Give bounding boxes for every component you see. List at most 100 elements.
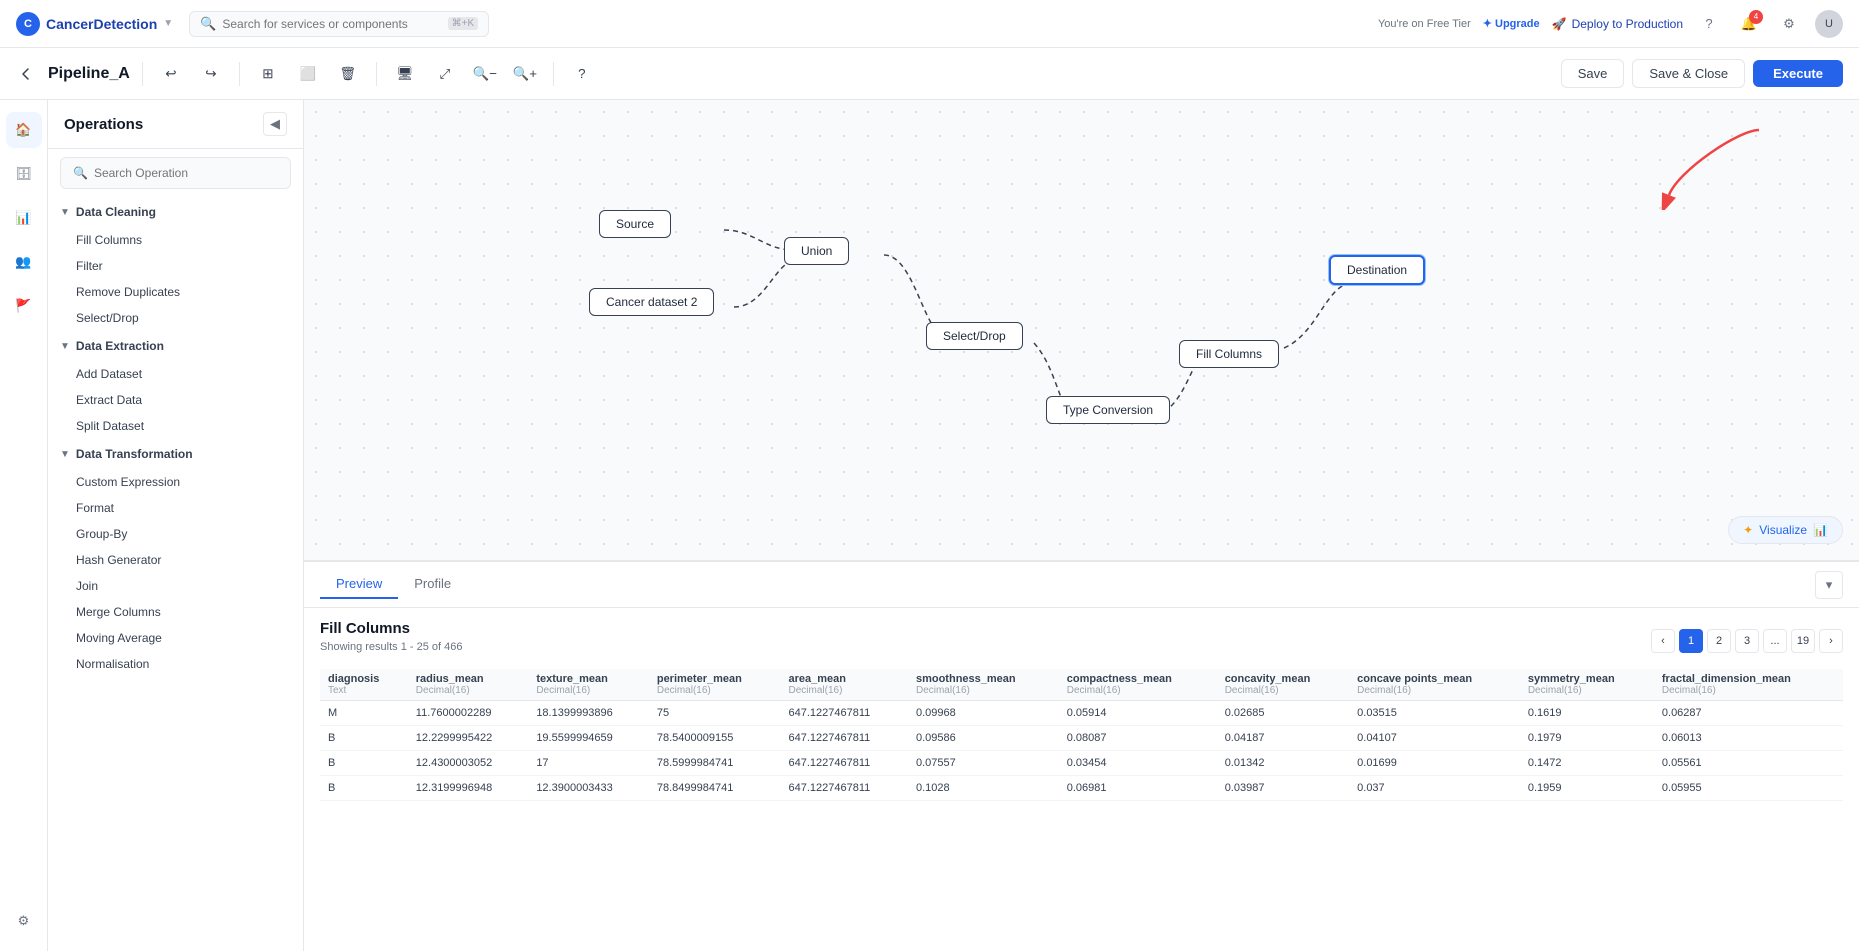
table-cell: 0.037: [1349, 776, 1520, 801]
group-data-cleaning-header[interactable]: ▼ Data Cleaning: [48, 197, 303, 227]
sidebar-item-format[interactable]: Format: [48, 495, 303, 521]
zoom-out-button[interactable]: 🔍−: [469, 58, 501, 90]
sidebar-item-add-dataset[interactable]: Add Dataset: [48, 361, 303, 387]
sidebar-item-merge-columns[interactable]: Merge Columns: [48, 599, 303, 625]
sidebar-item-join[interactable]: Join: [48, 573, 303, 599]
nav-flag[interactable]: 🚩: [6, 288, 42, 324]
monitor-button[interactable]: 🖥: [389, 58, 421, 90]
main-area: Source Cancer dataset 2 Union Select/Dro…: [304, 100, 1859, 951]
table-cell: 647.1227467811: [781, 776, 908, 801]
execute-button[interactable]: Execute: [1753, 60, 1843, 87]
visualize-button[interactable]: ✦ Visualize 📊: [1728, 516, 1843, 544]
table-cell: 0.05955: [1654, 776, 1843, 801]
save-button[interactable]: Save: [1561, 59, 1625, 88]
sidebar-item-normalisation[interactable]: Normalisation: [48, 651, 303, 677]
deploy-button[interactable]: 🚀 Deploy to Production: [1552, 17, 1683, 31]
global-search[interactable]: 🔍 ⌘+K: [189, 11, 489, 37]
sidebar-item-extract-data[interactable]: Extract Data: [48, 387, 303, 413]
undo-button[interactable]: ↩: [155, 58, 187, 90]
sidebar-item-remove-duplicates[interactable]: Remove Duplicates: [48, 279, 303, 305]
top-navbar: C CancerDetection ▼ 🔍 ⌘+K You're on Free…: [0, 0, 1859, 48]
page-19-button[interactable]: 19: [1791, 629, 1815, 653]
next-page-button[interactable]: ›: [1819, 629, 1843, 653]
table-cell: 11.7600002289: [408, 701, 529, 726]
col-texture-mean: texture_meanDecimal(16): [528, 669, 649, 701]
node-fill-columns[interactable]: Fill Columns: [1179, 340, 1279, 368]
layers-button[interactable]: ⊞: [252, 58, 284, 90]
sidebar-search-box[interactable]: 🔍: [60, 157, 291, 189]
group-data-extraction-header[interactable]: ▼ Data Extraction: [48, 331, 303, 361]
table-cell: B: [320, 776, 408, 801]
table-cell: 0.06981: [1059, 776, 1217, 801]
rocket-icon: 🚀: [1552, 17, 1567, 31]
frame-button[interactable]: ⬜: [292, 58, 324, 90]
tab-preview[interactable]: Preview: [320, 570, 398, 599]
sidebar-item-select-drop[interactable]: Select/Drop: [48, 305, 303, 331]
node-source[interactable]: Source: [599, 210, 671, 238]
nav-people[interactable]: 👥: [6, 244, 42, 280]
node-selectdrop[interactable]: Select/Drop: [926, 322, 1023, 350]
table-cell: 0.06013: [1654, 726, 1843, 751]
back-button[interactable]: [16, 64, 36, 84]
trash-button[interactable]: 🗑: [332, 58, 364, 90]
sidebar-item-filter[interactable]: Filter: [48, 253, 303, 279]
node-type-conversion[interactable]: Type Conversion: [1046, 396, 1170, 424]
table-cell: M: [320, 701, 408, 726]
chevron-down-icon: ▼: [60, 341, 70, 352]
nav-home[interactable]: 🏠: [6, 112, 42, 148]
save-close-button[interactable]: Save & Close: [1632, 59, 1745, 88]
preview-panel: Preview Profile ▾ Fill Columns Showing r…: [304, 560, 1859, 951]
table-cell: 0.08087: [1059, 726, 1217, 751]
sidebar-collapse-button[interactable]: ◀: [263, 112, 287, 136]
node-destination[interactable]: Destination: [1329, 255, 1425, 285]
node-cancer2[interactable]: Cancer dataset 2: [589, 288, 714, 316]
expand-button[interactable]: ⤢: [429, 58, 461, 90]
sidebar-item-fill-columns[interactable]: Fill Columns: [48, 227, 303, 253]
sidebar-search-input[interactable]: [94, 166, 278, 180]
table-cell: 0.07557: [908, 751, 1059, 776]
col-symmetry-mean: symmetry_meanDecimal(16): [1520, 669, 1654, 701]
nav-database[interactable]: 🗄: [6, 156, 42, 192]
group-data-transformation-header[interactable]: ▼ Data Transformation: [48, 439, 303, 469]
chevron-down-icon: ▼: [60, 449, 70, 460]
sidebar-item-custom-expression[interactable]: Custom Expression: [48, 469, 303, 495]
page-3-button[interactable]: 3: [1735, 629, 1759, 653]
sidebar-item-split-dataset[interactable]: Split Dataset: [48, 413, 303, 439]
divider-4: [553, 62, 554, 86]
table-cell: 12.3900003433: [528, 776, 649, 801]
table-cell: 0.01342: [1217, 751, 1349, 776]
tab-profile[interactable]: Profile: [398, 570, 467, 599]
red-arrow-annotation: [1659, 120, 1779, 213]
col-fractal-dimension-mean: fractal_dimension_meanDecimal(16): [1654, 669, 1843, 701]
help-button[interactable]: ?: [1695, 10, 1723, 38]
table-cell: 17: [528, 751, 649, 776]
settings-button[interactable]: ⚙: [1775, 10, 1803, 38]
divider-1: [142, 62, 143, 86]
table-cell: 0.09968: [908, 701, 1059, 726]
search-input[interactable]: [222, 17, 441, 31]
page-2-button[interactable]: 2: [1707, 629, 1731, 653]
header-row: diagnosisText radius_meanDecimal(16) tex…: [320, 669, 1843, 701]
node-union[interactable]: Union: [784, 237, 849, 265]
deploy-label: Deploy to Production: [1572, 17, 1683, 31]
sidebar-item-group-by[interactable]: Group-By: [48, 521, 303, 547]
sidebar-item-hash-generator[interactable]: Hash Generator: [48, 547, 303, 573]
page-1-button[interactable]: 1: [1679, 629, 1703, 653]
notifications-button[interactable]: 🔔 4: [1735, 10, 1763, 38]
redo-button[interactable]: ↪: [195, 58, 227, 90]
nav-settings-bottom[interactable]: ⚙: [6, 903, 42, 939]
brand-logo[interactable]: C CancerDetection ▼: [16, 12, 173, 36]
help-toolbar-button[interactable]: ?: [566, 58, 598, 90]
divider-3: [376, 62, 377, 86]
top-nav-right: You're on Free Tier ✦ Upgrade 🚀 Deploy t…: [1378, 10, 1843, 38]
chevron-down-icon: ▼: [60, 207, 70, 218]
zoom-in-button[interactable]: 🔍+: [509, 58, 541, 90]
brand-icon: C: [16, 12, 40, 36]
user-avatar[interactable]: U: [1815, 10, 1843, 38]
table-cell: 78.8499984741: [649, 776, 781, 801]
preview-dropdown-button[interactable]: ▾: [1815, 571, 1843, 599]
upgrade-button[interactable]: ✦ Upgrade: [1483, 17, 1540, 30]
nav-chart[interactable]: 📊: [6, 200, 42, 236]
sidebar-item-moving-average[interactable]: Moving Average: [48, 625, 303, 651]
prev-page-button[interactable]: ‹: [1651, 629, 1675, 653]
